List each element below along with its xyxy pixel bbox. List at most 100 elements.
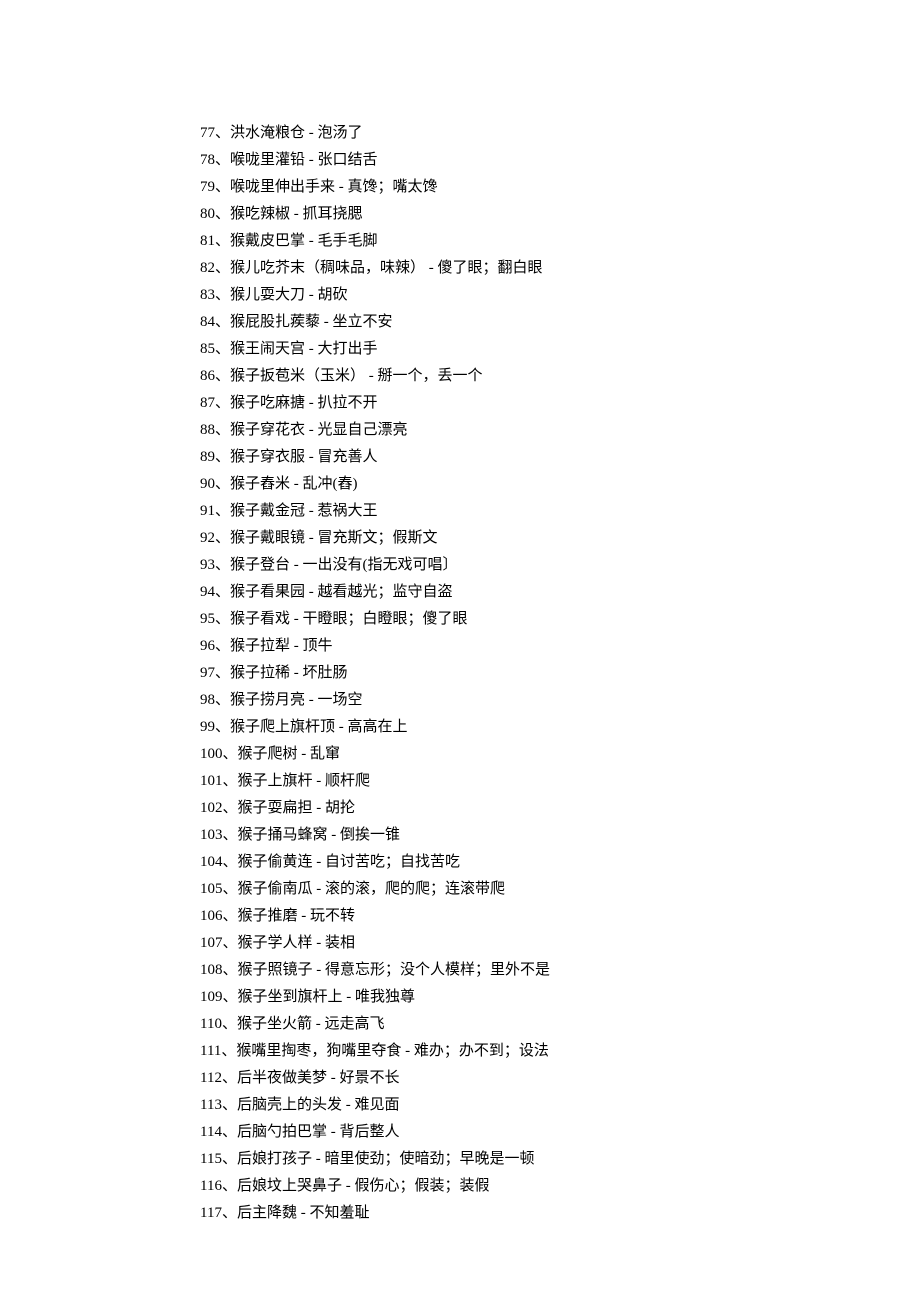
idiom-first-part: 猴王闹天宫	[230, 341, 305, 357]
separator-dot: 、	[215, 638, 230, 654]
idiom-second-part: 干瞪眼；白瞪眼；傻了眼	[303, 611, 468, 627]
separator-dot: 、	[215, 719, 230, 735]
list-item: 94、猴子看果园 - 越看越光；监守自盗	[200, 579, 920, 606]
separator-dash: -	[305, 287, 318, 303]
list-item: 77、洪水淹粮仓 - 泡汤了	[200, 120, 920, 147]
idiom-first-part: 猴子耍扁担	[238, 800, 313, 816]
list-item: 92、猴子戴眼镜 - 冒充斯文；假斯文	[200, 525, 920, 552]
separator-dash: -	[305, 233, 318, 249]
list-item: 86、猴子扳苞米（玉米） - 掰一个，丢一个	[200, 363, 920, 390]
separator-dot: 、	[223, 881, 238, 897]
idiom-first-part: 猴子学人样	[238, 935, 313, 951]
separator-dash: -	[313, 962, 326, 978]
idiom-second-part: 冒充善人	[318, 449, 378, 465]
item-number: 88	[200, 422, 215, 438]
idiom-second-part: 胡抡	[325, 800, 355, 816]
separator-dash: -	[313, 935, 326, 951]
idiom-first-part: 猴子爬树	[238, 746, 298, 762]
separator-dash: -	[365, 368, 378, 384]
item-number: 94	[200, 584, 215, 600]
idiom-second-part: 装相	[325, 935, 355, 951]
idiom-second-part: 难见面	[354, 1097, 399, 1113]
separator-dash: -	[290, 557, 303, 573]
idiom-second-part: 假伤心；假装；装假	[354, 1178, 489, 1194]
separator-dot: 、	[215, 260, 230, 276]
separator-dot: 、	[215, 611, 230, 627]
separator-dot: 、	[223, 854, 238, 870]
list-item: 88、猴子穿花衣 - 光显自己漂亮	[200, 417, 920, 444]
item-number: 111	[200, 1043, 221, 1059]
separator-dash: -	[305, 395, 318, 411]
idiom-first-part: 猴儿耍大刀	[230, 287, 305, 303]
item-number: 98	[200, 692, 215, 708]
idiom-first-part: 猴吃辣椒	[230, 206, 290, 222]
item-number: 95	[200, 611, 215, 627]
list-item: 111、猴嘴里掏枣，狗嘴里夺食 - 难办；办不到；设法	[200, 1038, 920, 1065]
separator-dot: 、	[215, 692, 230, 708]
item-number: 112	[200, 1070, 222, 1086]
list-item: 87、猴子吃麻搪 - 扒拉不开	[200, 390, 920, 417]
separator-dash: -	[313, 773, 326, 789]
list-item: 82、猴儿吃芥末（稠味品，味辣） - 傻了眼；翻白眼	[200, 255, 920, 282]
item-number: 109	[200, 989, 223, 1005]
separator-dot: 、	[215, 152, 230, 168]
idiom-second-part: 惹祸大王	[318, 503, 378, 519]
idiom-first-part: 猴子穿衣服	[230, 449, 305, 465]
idiom-first-part: 猴子吃麻搪	[230, 395, 305, 411]
item-number: 79	[200, 179, 215, 195]
list-item: 114、后脑勺拍巴掌 - 背后整人	[200, 1119, 920, 1146]
item-number: 83	[200, 287, 215, 303]
idiom-first-part: 猴子爬上旗杆顶	[230, 719, 335, 735]
separator-dash: -	[297, 1205, 310, 1221]
idiom-second-part: 顶牛	[303, 638, 333, 654]
idiom-second-part: 冒充斯文；假斯文	[318, 530, 438, 546]
separator-dash: -	[305, 125, 318, 141]
separator-dash: -	[305, 530, 318, 546]
list-item: 100、猴子爬树 - 乱窜	[200, 741, 920, 768]
list-item: 83、猴儿耍大刀 - 胡砍	[200, 282, 920, 309]
list-item: 79、喉咙里伸出手来 - 真馋；嘴太馋	[200, 174, 920, 201]
separator-dash: -	[425, 260, 438, 276]
list-item: 105、猴子偷南瓜 - 滚的滚，爬的爬；连滚带爬	[200, 876, 920, 903]
idiom-first-part: 猴子推磨	[238, 908, 298, 924]
item-number: 92	[200, 530, 215, 546]
item-number: 100	[200, 746, 223, 762]
item-number: 101	[200, 773, 223, 789]
separator-dash: -	[305, 692, 318, 708]
idiom-first-part: 猴子捞月亮	[230, 692, 305, 708]
idiom-first-part: 猴子登台	[230, 557, 290, 573]
list-item: 101、猴子上旗杆 - 顺杆爬	[200, 768, 920, 795]
idiom-first-part: 猴子拉犁	[230, 638, 290, 654]
item-number: 93	[200, 557, 215, 573]
idiom-first-part: 猴子戴金冠	[230, 503, 305, 519]
separator-dash: -	[305, 449, 318, 465]
separator-dot: 、	[215, 557, 230, 573]
item-number: 106	[200, 908, 223, 924]
idiom-second-part: 胡砍	[318, 287, 348, 303]
separator-dash: -	[305, 584, 318, 600]
separator-dot: 、	[222, 1205, 237, 1221]
list-item: 102、猴子耍扁担 - 胡抡	[200, 795, 920, 822]
idiom-second-part: 难办；办不到；设法	[414, 1043, 549, 1059]
separator-dash: -	[335, 179, 348, 195]
separator-dash: -	[305, 152, 318, 168]
separator-dash: -	[342, 1097, 355, 1113]
separator-dot: 、	[222, 1178, 237, 1194]
separator-dash: -	[328, 827, 341, 843]
list-item: 113、后脑壳上的头发 - 难见面	[200, 1092, 920, 1119]
idiom-first-part: 喉咙里灌铅	[230, 152, 305, 168]
list-item: 89、猴子穿衣服 - 冒充善人	[200, 444, 920, 471]
item-number: 117	[200, 1205, 222, 1221]
separator-dot: 、	[223, 827, 238, 843]
list-item: 110、猴子坐火箭 - 远走高飞	[200, 1011, 920, 1038]
separator-dash: -	[401, 1043, 414, 1059]
list-item: 104、猴子偷黄连 - 自讨苦吃；自找苦吃	[200, 849, 920, 876]
item-number: 116	[200, 1178, 222, 1194]
list-item: 95、猴子看戏 - 干瞪眼；白瞪眼；傻了眼	[200, 606, 920, 633]
separator-dash: -	[305, 503, 318, 519]
list-item: 93、猴子登台 - 一出没有(指无戏可唱〕	[200, 552, 920, 579]
idiom-second-part: 大打出手	[318, 341, 378, 357]
separator-dash: -	[305, 341, 318, 357]
separator-dot: 、	[223, 773, 238, 789]
item-number: 86	[200, 368, 215, 384]
